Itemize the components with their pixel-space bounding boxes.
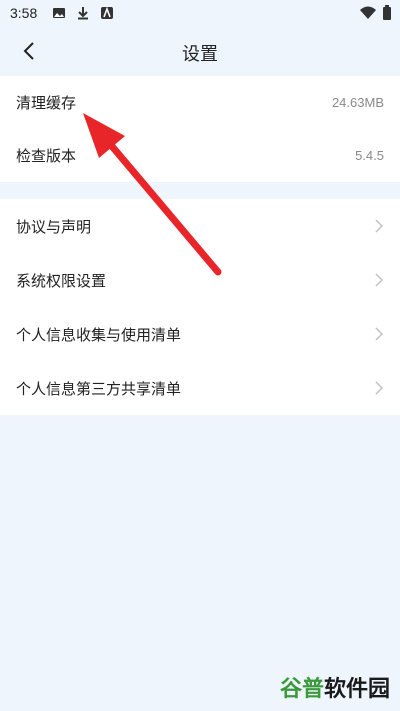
app-icon — [100, 6, 114, 24]
permission-row[interactable]: 系统权限设置 — [0, 253, 400, 307]
watermark-text-a: 谷普 — [279, 677, 324, 702]
status-bar: 3:58 — [0, 0, 400, 28]
check-version-label: 检查版本 — [16, 147, 77, 165]
header: 设置 — [0, 28, 400, 76]
cache-size-value: 24.63MB — [331, 95, 384, 110]
status-icons-left — [52, 6, 114, 24]
wifi-icon — [360, 6, 376, 24]
info-collection-label: 个人信息收集与使用清单 — [16, 325, 182, 344]
watermark-text-b: 软件园 — [323, 677, 390, 702]
page-title: 设置 — [182, 44, 218, 65]
clear-cache-label: 清理缓存 — [16, 94, 77, 112]
chevron-right-icon — [375, 381, 384, 395]
clear-cache-row[interactable]: 清理缓存 24.63MB — [0, 76, 400, 129]
status-icons-right — [360, 5, 392, 25]
battery-icon — [382, 5, 392, 25]
chevron-right-icon — [375, 327, 384, 341]
third-party-sharing-row[interactable]: 个人信息第三方共享清单 — [0, 361, 400, 415]
third-party-sharing-label: 个人信息第三方共享清单 — [16, 379, 182, 398]
check-version-row[interactable]: 检查版本 5.4.5 — [0, 129, 400, 182]
info-collection-row[interactable]: 个人信息收集与使用清单 — [0, 307, 400, 361]
version-value: 5.4.5 — [355, 148, 384, 163]
chevron-right-icon — [375, 273, 384, 287]
status-time: 3:58 — [10, 5, 38, 21]
settings-screen: 3:58 设置 清理缓存 24.63MB 检查版本 5.4.5 协议与声明 系统… — [0, 0, 400, 711]
agreement-label: 协议与声明 — [16, 217, 92, 236]
chevron-right-icon — [375, 219, 384, 233]
image-icon — [52, 6, 66, 24]
download-icon — [76, 6, 90, 24]
links-group: 协议与声明 系统权限设置 个人信息收集与使用清单 个人信息第三方共享清单 — [0, 199, 400, 415]
agreement-row[interactable]: 协议与声明 — [0, 199, 400, 253]
info-group: 清理缓存 24.63MB 检查版本 5.4.5 — [0, 76, 400, 182]
permission-label: 系统权限设置 — [16, 271, 107, 290]
watermark-logo: 谷普 软件园 — [280, 671, 390, 703]
